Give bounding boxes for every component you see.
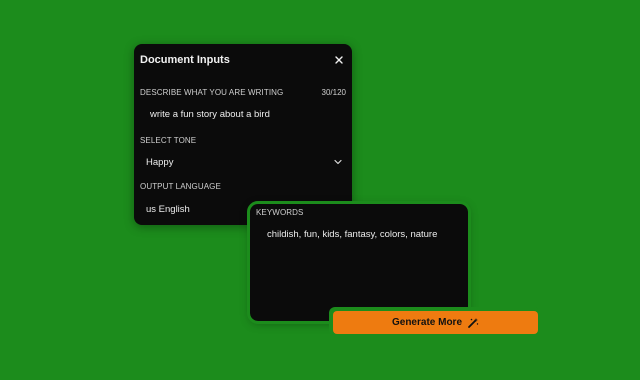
panel-header: Document Inputs (140, 52, 346, 68)
generate-button-container: Generate More (329, 307, 540, 336)
language-select[interactable]: us English (146, 204, 190, 215)
panel-title: Document Inputs (140, 54, 230, 66)
close-button[interactable] (332, 53, 346, 67)
chevron-down-icon (334, 159, 342, 165)
tone-select[interactable]: Happy (140, 154, 346, 170)
keywords-input[interactable]: childish, fun, kids, fantasy, colors, na… (267, 228, 447, 242)
tone-label: SELECT TONE (140, 136, 197, 145)
tone-selected-value: Happy (146, 156, 174, 168)
generate-more-button[interactable]: Generate More (333, 311, 538, 334)
describe-label: DESCRIBE WHAT YOU ARE WRITING (140, 88, 284, 97)
keywords-panel: KEYWORDS childish, fun, kids, fantasy, c… (247, 201, 471, 324)
generate-more-label: Generate More (391, 317, 463, 328)
character-counter: 30/120 (321, 88, 346, 97)
document-inputs-panel: Document Inputs DESCRIBE WHAT YOU ARE WR… (134, 44, 352, 225)
describe-input[interactable]: write a fun story about a bird (150, 109, 270, 120)
language-label: OUTPUT LANGUAGE (140, 182, 221, 191)
magic-wand-icon (467, 317, 479, 329)
keywords-label: KEYWORDS (256, 208, 304, 217)
close-icon (335, 56, 343, 64)
